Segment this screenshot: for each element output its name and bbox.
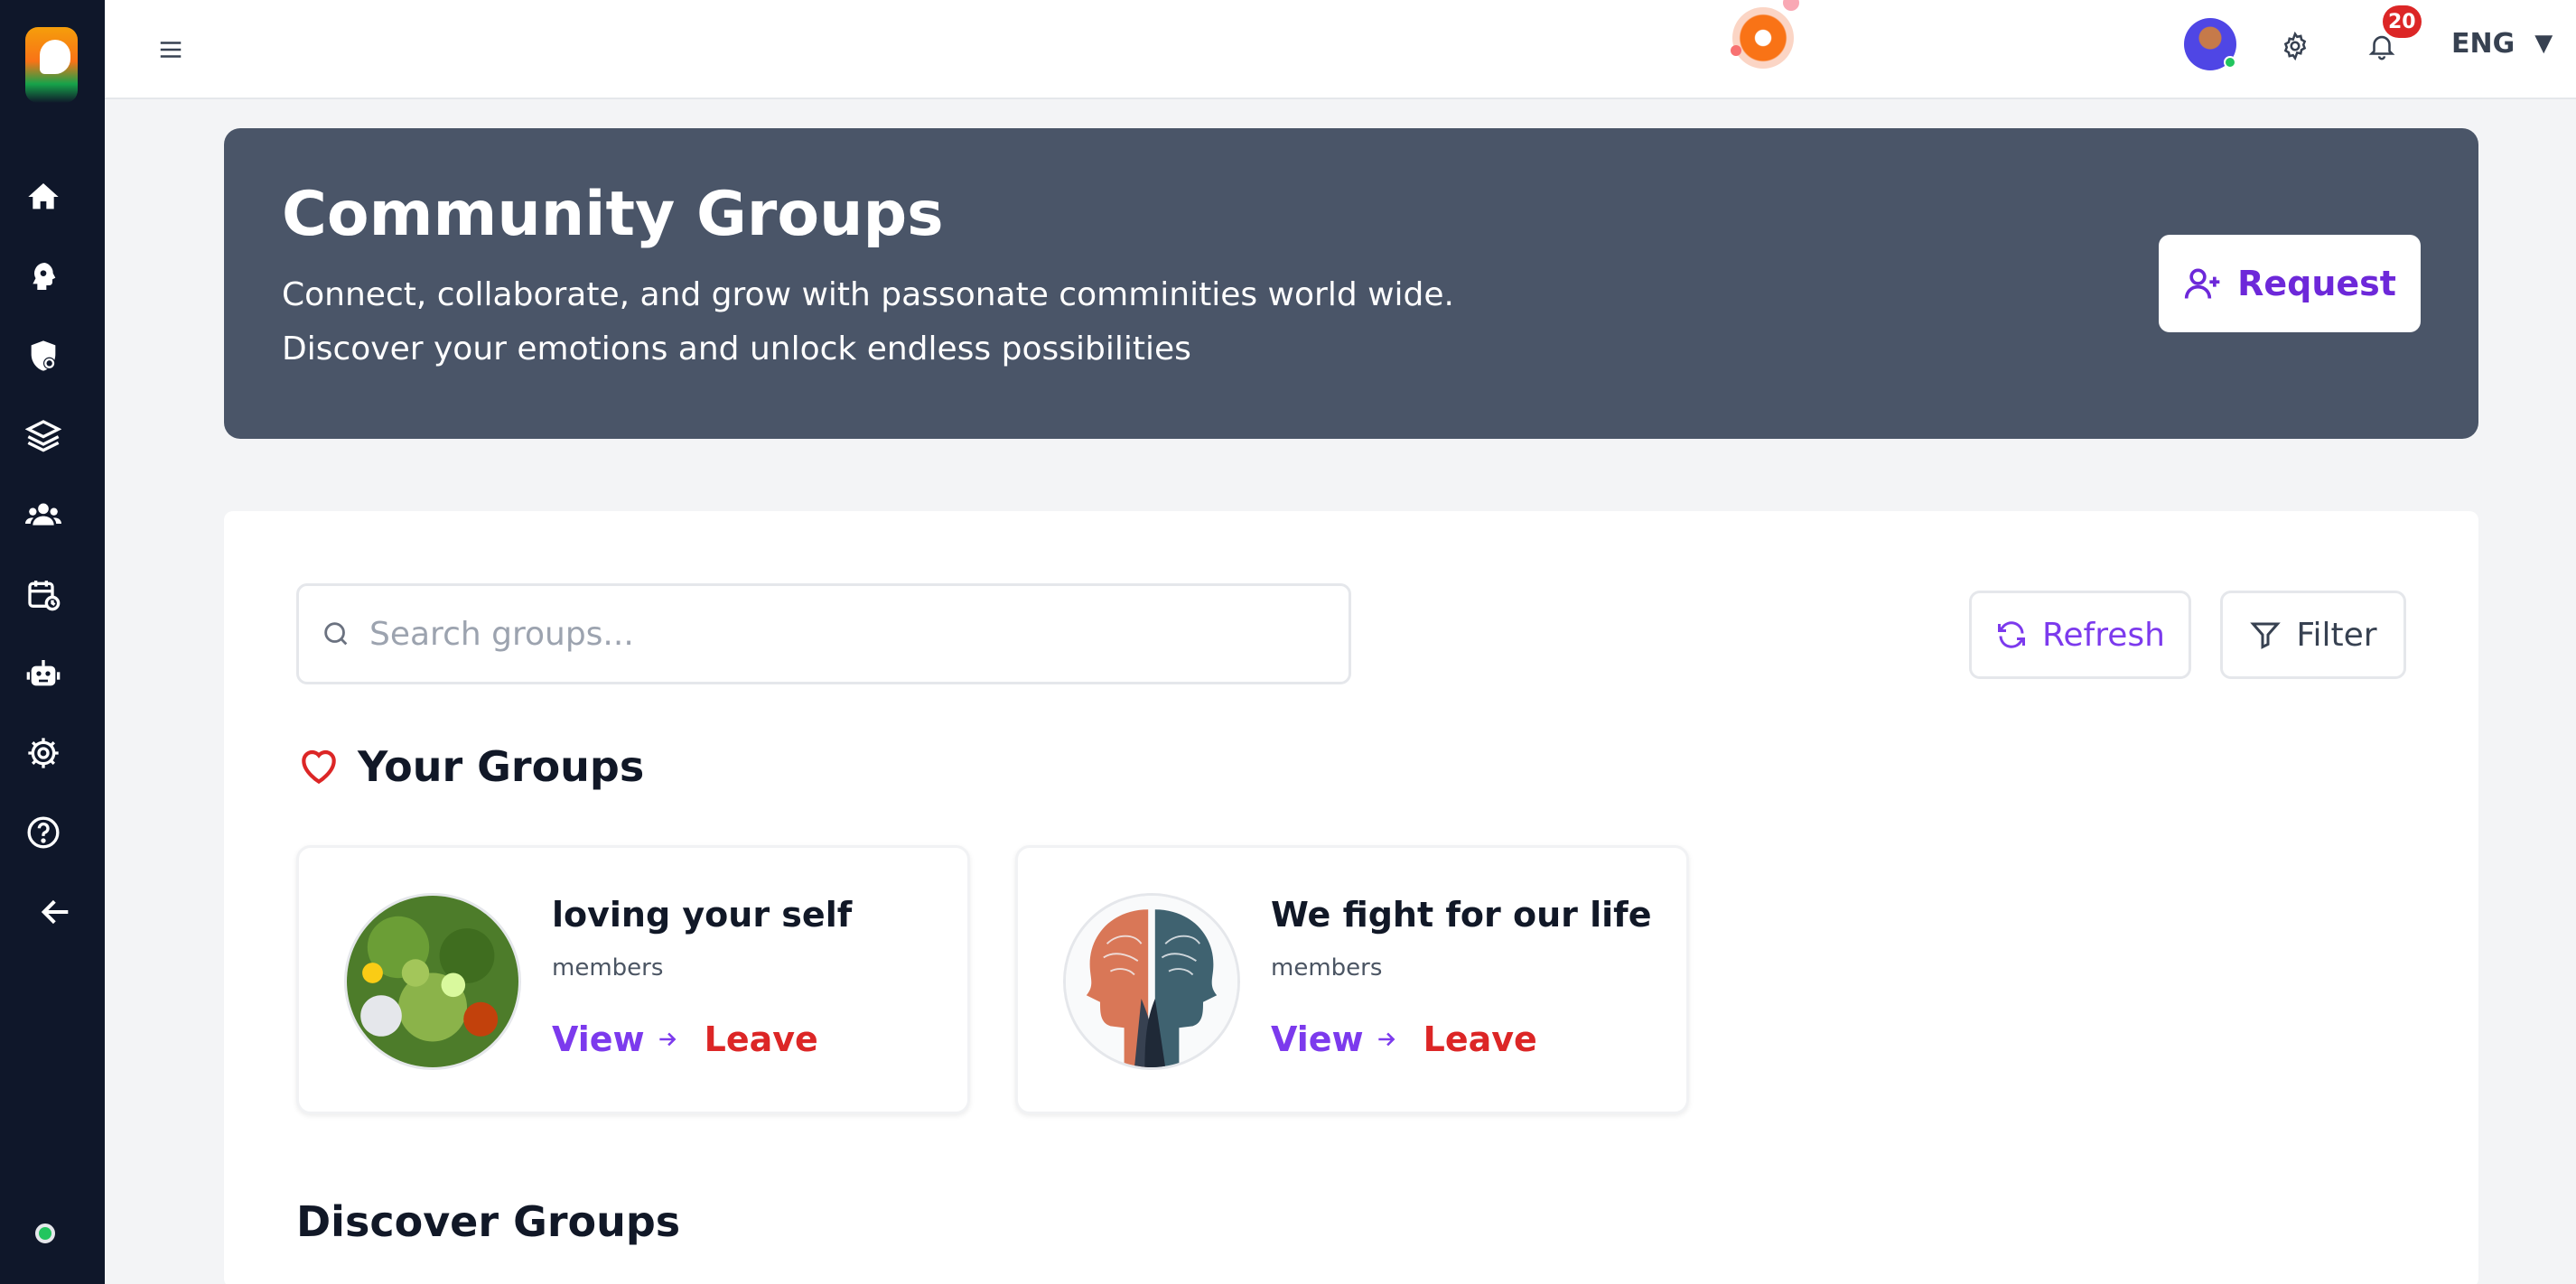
assistant-orb-icon[interactable]	[1732, 7, 1794, 69]
caret-down-icon: ▼	[2534, 30, 2553, 57]
online-indicator	[2224, 56, 2236, 69]
user-avatar[interactable]	[2184, 18, 2236, 70]
notification-badge: 20	[2383, 5, 2422, 38]
group-name: loving your self	[552, 895, 853, 935]
search-input[interactable]	[369, 615, 1309, 653]
orb-decoration	[1783, 0, 1799, 11]
search-box[interactable]	[296, 583, 1351, 684]
request-label: Request	[2237, 264, 2396, 303]
group-name: We fight for our life	[1271, 895, 1652, 935]
filter-icon	[2250, 622, 2282, 649]
view-label: View	[1271, 1019, 1364, 1059]
sidebar	[0, 0, 105, 1284]
request-button[interactable]: Request	[2159, 235, 2421, 332]
hero-subtitle: Discover your emotions and unlock endles…	[282, 330, 1191, 368]
user-plus-icon	[2184, 268, 2220, 299]
filter-button[interactable]: Filter	[2220, 591, 2406, 679]
hero-subtitle: Connect, collaborate, and grow with pass…	[282, 276, 1455, 313]
hero-banner: Community Groups Connect, collaborate, a…	[224, 128, 2478, 439]
view-label: View	[552, 1019, 645, 1059]
leave-group-button[interactable]: Leave	[705, 1019, 818, 1059]
heart-icon	[302, 749, 336, 785]
group-card: We fight for our life members View Leave	[1015, 845, 1689, 1114]
filter-label: Filter	[2296, 616, 2377, 654]
group-image-heads	[1063, 893, 1240, 1070]
refresh-icon	[1998, 621, 2026, 648]
discover-groups-heading: Discover Groups	[296, 1197, 681, 1246]
group-members: members	[552, 954, 664, 982]
refresh-label: Refresh	[2042, 616, 2165, 654]
settings-icon[interactable]	[20, 730, 67, 777]
view-group-button[interactable]: View	[552, 1019, 679, 1059]
your-groups-heading: Your Groups	[296, 742, 644, 791]
refresh-button[interactable]: Refresh	[1969, 591, 2191, 679]
group-image-salad	[344, 893, 521, 1070]
orb-decoration	[1731, 45, 1741, 56]
group-members: members	[1271, 954, 1383, 982]
home-icon[interactable]	[20, 173, 67, 220]
arrow-right-icon	[1377, 1032, 1395, 1047]
app-logo[interactable]	[25, 27, 78, 103]
group-actions: View Leave	[552, 1019, 818, 1059]
leave-group-button[interactable]: Leave	[1423, 1019, 1537, 1059]
search-icon	[324, 622, 348, 646]
language-label: ENG	[2451, 27, 2515, 60]
brain-icon[interactable]	[20, 253, 67, 300]
hamburger-menu-icon[interactable]	[148, 27, 193, 72]
your-groups-title: Your Groups	[358, 742, 645, 791]
topbar: 20 ENG ▼	[105, 0, 2576, 99]
group-actions: View Leave	[1271, 1019, 1537, 1059]
layers-icon[interactable]	[20, 412, 67, 459]
calendar-icon[interactable]	[20, 571, 67, 618]
groups-panel: Refresh Filter Your Groups loving your s…	[224, 511, 2478, 1284]
view-group-button[interactable]: View	[1271, 1019, 1398, 1059]
language-selector[interactable]: ENG ▼	[2451, 25, 2553, 61]
shield-icon[interactable]	[20, 332, 67, 379]
users-icon[interactable]	[20, 491, 67, 538]
settings-gear-icon[interactable]	[2273, 23, 2318, 69]
arrow-right-icon	[658, 1032, 677, 1047]
help-icon[interactable]	[20, 809, 67, 856]
page-title: Community Groups	[282, 179, 944, 250]
robot-icon[interactable]	[20, 650, 67, 697]
back-arrow-icon[interactable]	[33, 889, 79, 935]
group-card: loving your self members View Leave	[296, 845, 970, 1114]
status-indicator	[35, 1224, 55, 1243]
